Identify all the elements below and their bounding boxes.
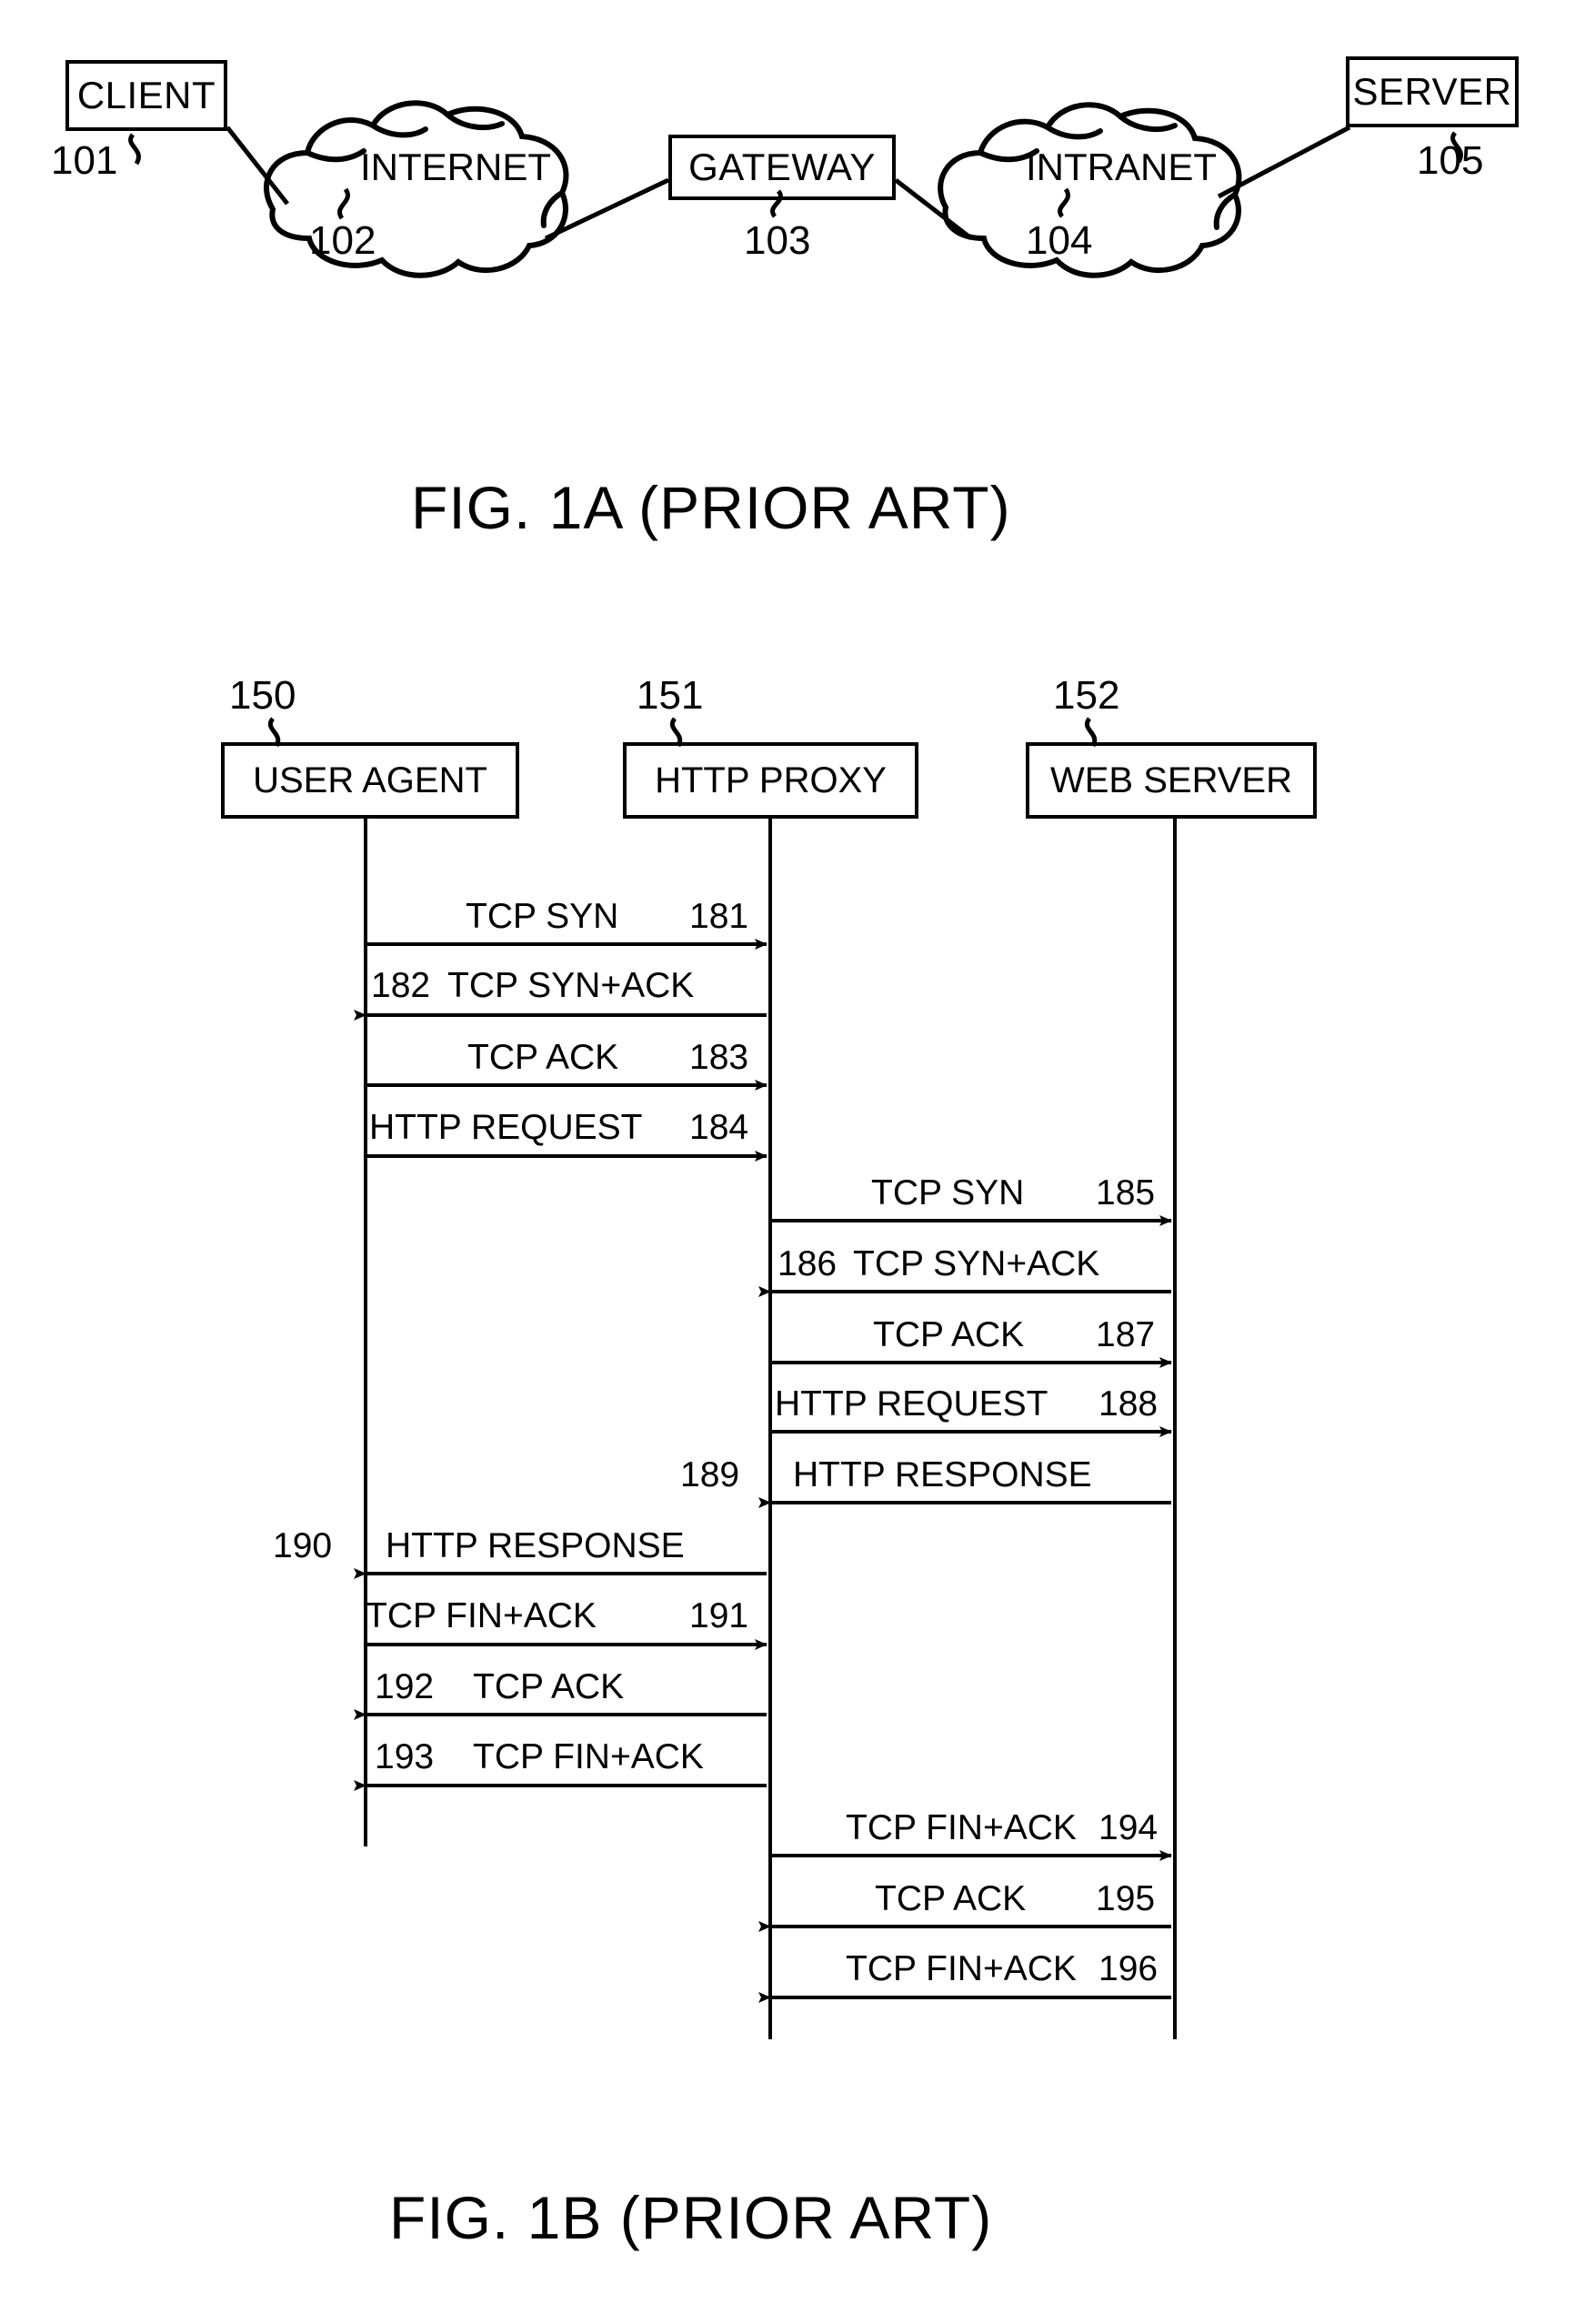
- msg-189-label: HTTP RESPONSE: [793, 1455, 1092, 1494]
- node-server-label: SERVER: [1352, 70, 1512, 113]
- msg-192-label: TCP ACK: [473, 1667, 625, 1706]
- ref-150: 150: [229, 673, 296, 718]
- ref-103: 103: [744, 218, 811, 263]
- actor-web-server: WEB SERVER: [1026, 742, 1317, 819]
- ref-104: 104: [1026, 218, 1093, 263]
- msg-183-ref: 183: [689, 1038, 749, 1077]
- msg-194-ref: 194: [1098, 1808, 1159, 1847]
- msg-187-ref: 187: [1096, 1315, 1156, 1354]
- msg-190-label: HTTP RESPONSE: [386, 1526, 685, 1565]
- actor-http-proxy-label: HTTP PROXY: [655, 760, 887, 800]
- msg-187-label: TCP ACK: [873, 1315, 1025, 1354]
- msg-191-ref: 191: [689, 1596, 749, 1635]
- link-client-internet: [226, 126, 289, 206]
- msg-186-label: TCP SYN+ACK: [853, 1244, 1100, 1283]
- link-gateway-intranet: [894, 178, 973, 240]
- ref-152: 152: [1053, 673, 1120, 718]
- actor-user-agent-label: USER AGENT: [253, 760, 487, 800]
- msg-185-ref: 185: [1096, 1173, 1156, 1212]
- msg-194-label: TCP FIN+ACK: [846, 1808, 1077, 1847]
- msg-181-ref: 181: [689, 897, 749, 936]
- msg-188-ref: 188: [1098, 1384, 1159, 1424]
- cloud-intranet-label: INTRANET: [1026, 146, 1217, 188]
- ref-102: 102: [309, 218, 376, 263]
- lifeline-web-server: [1173, 819, 1177, 2039]
- msg-196-label: TCP FIN+ACK: [846, 1949, 1077, 1988]
- node-client-label: CLIENT: [76, 74, 216, 116]
- msg-182-ref: 182: [371, 966, 431, 1005]
- patent-figure-sheet: CLIENT 101 SERVER 105 GATEWAY 103 INTERN…: [0, 0, 1575, 2324]
- msg-188-label: HTTP REQUEST: [775, 1384, 1048, 1424]
- actor-user-agent: USER AGENT: [221, 742, 519, 819]
- leader-101: [128, 133, 141, 166]
- msg-184-label: HTTP REQUEST: [369, 1108, 643, 1147]
- msg-184-ref: 184: [689, 1108, 749, 1147]
- msg-190-ref: 190: [273, 1526, 333, 1565]
- msg-182-label: TCP SYN+ACK: [447, 966, 695, 1005]
- lifeline-user-agent: [364, 819, 367, 1846]
- msg-193-label: TCP FIN+ACK: [473, 1737, 704, 1776]
- msg-193-ref: 193: [375, 1737, 435, 1776]
- lifeline-http-proxy: [768, 819, 772, 2039]
- msg-189-ref: 189: [680, 1455, 740, 1494]
- msg-195-ref: 195: [1096, 1879, 1156, 1918]
- msg-195-label: TCP ACK: [875, 1879, 1027, 1918]
- cloud-internet-label: INTERNET: [360, 146, 551, 188]
- msg-196-ref: 196: [1098, 1949, 1159, 1988]
- ref-105: 105: [1417, 138, 1484, 183]
- figure-1a-caption: FIG. 1A (PRIOR ART): [411, 474, 1011, 541]
- node-client: CLIENT: [65, 60, 227, 131]
- link-intranet-server: [1217, 125, 1351, 199]
- msg-185-label: TCP SYN: [871, 1173, 1025, 1212]
- figure-line-art: [128, 100, 1463, 2003]
- msg-192-ref: 192: [375, 1667, 435, 1706]
- leader-104: [1058, 187, 1070, 218]
- leader-102: [337, 187, 350, 220]
- msg-181-label: TCP SYN: [466, 897, 619, 936]
- link-internet-gateway: [544, 177, 670, 241]
- actor-web-server-label: WEB SERVER: [1050, 760, 1292, 800]
- msg-191-label: TCP FIN+ACK: [366, 1596, 597, 1635]
- node-server: SERVER: [1346, 56, 1519, 127]
- actor-http-proxy: HTTP PROXY: [623, 742, 918, 819]
- ref-101: 101: [51, 138, 118, 183]
- figure-1b-caption: FIG. 1B (PRIOR ART): [389, 2184, 993, 2251]
- msg-183-label: TCP ACK: [467, 1038, 619, 1077]
- ref-151: 151: [637, 673, 704, 718]
- node-gateway: GATEWAY: [668, 135, 896, 200]
- msg-186-ref: 186: [777, 1244, 838, 1283]
- node-gateway-label: GATEWAY: [688, 146, 876, 188]
